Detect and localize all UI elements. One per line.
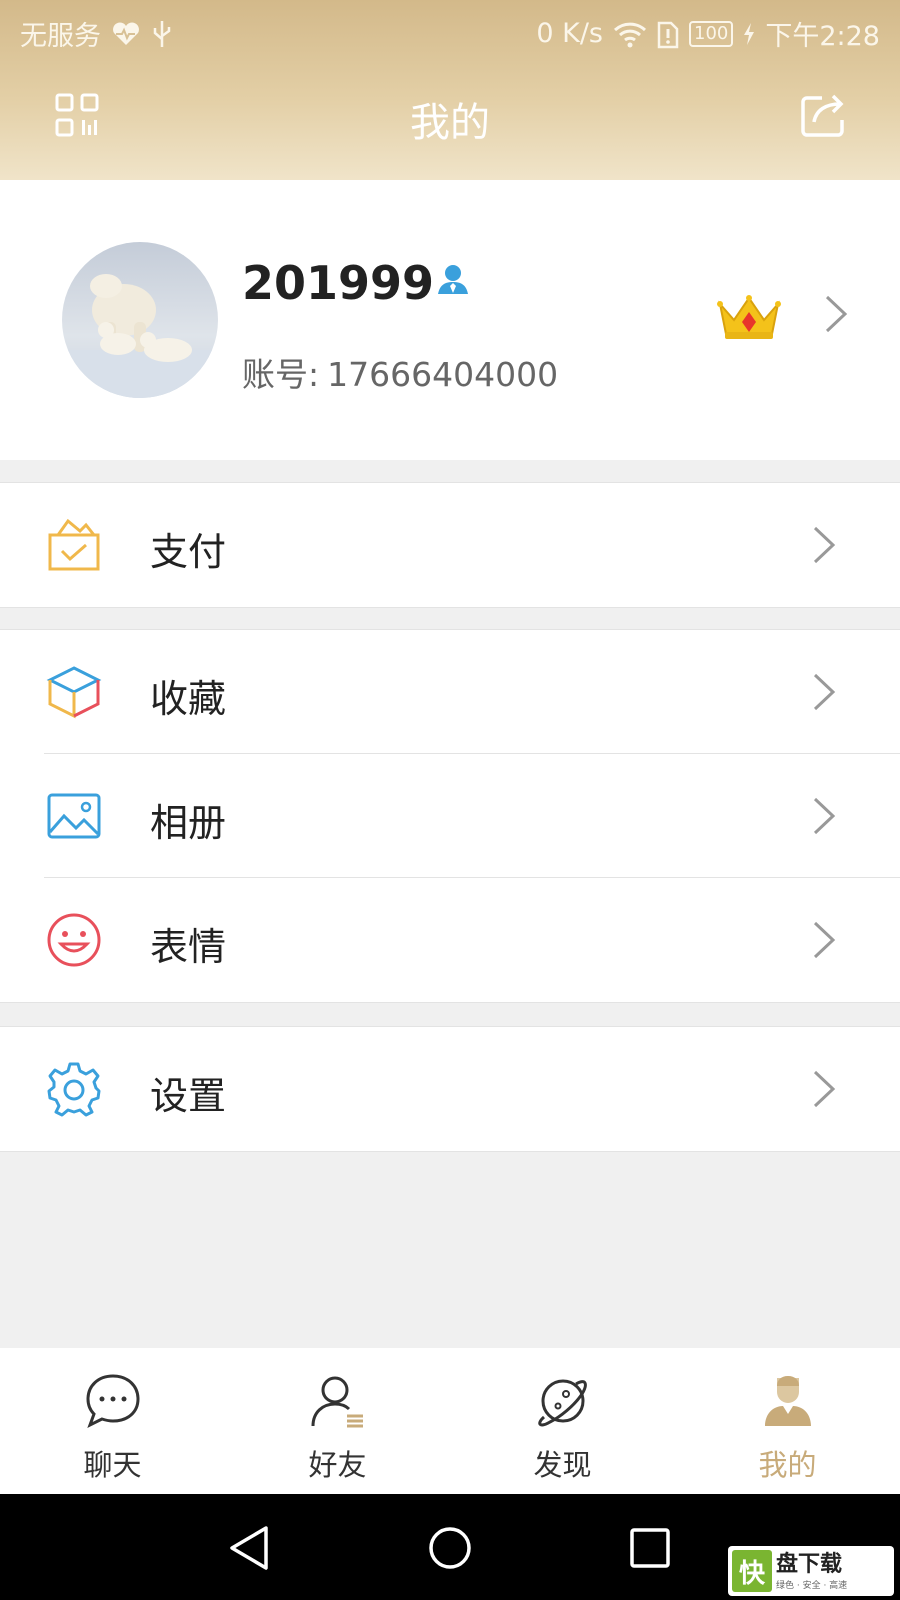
carrier-text: 无服务 (20, 21, 101, 52)
back-icon[interactable] (222, 1520, 278, 1576)
home-icon[interactable] (422, 1520, 478, 1576)
page-title: 我的 (410, 100, 490, 146)
account-value: 17666404000 (327, 355, 559, 394)
account-label: 账号: (242, 355, 320, 394)
menu-group-settings: 设置 (0, 1026, 900, 1152)
menu-group-pay: 支付 (0, 482, 900, 608)
chevron-right-icon (813, 526, 836, 564)
wifi-icon (613, 22, 647, 47)
menu-item-label: 表情 (150, 925, 227, 969)
tab-chat[interactable]: 聊天 (0, 1348, 225, 1494)
avatar-image (62, 242, 218, 398)
status-time: 下午2:28 (765, 21, 880, 52)
avatar[interactable] (62, 242, 218, 398)
image-icon (47, 793, 101, 839)
charging-icon (744, 22, 755, 45)
tab-label: 聊天 (83, 1448, 142, 1482)
tab-me[interactable]: 我的 (675, 1348, 900, 1494)
cube-icon (46, 666, 102, 719)
wallet-icon (48, 518, 100, 571)
menu-item-favorites[interactable]: 收藏 (0, 630, 900, 754)
app-header: 无服务 0 K/s 100 下午2:28 我的 (0, 0, 900, 180)
crown-icon (717, 295, 781, 339)
heart-rate-icon (113, 22, 139, 45)
planet-icon (537, 1379, 587, 1427)
chevron-right-icon (813, 673, 836, 711)
menu-group-media: 收藏 相册 表情 (0, 629, 900, 1003)
battery-indicator: 100 (689, 20, 734, 47)
menu-item-settings[interactable]: 设置 (0, 1027, 900, 1151)
smiley-icon (47, 913, 101, 967)
share-icon[interactable] (800, 92, 848, 138)
usb-icon (153, 20, 171, 47)
account-info: 账号: 17666404000 (242, 348, 558, 396)
tab-label: 发现 (533, 1448, 592, 1482)
profile-card[interactable]: 201999 账号: 17666404000 (0, 180, 900, 460)
menu-item-label: 设置 (150, 1074, 227, 1118)
menu-item-pay[interactable]: 支付 (0, 483, 900, 607)
watermark-logo: 快 盘下载 绿色 · 安全 · 高速 (728, 1546, 894, 1596)
tab-discover[interactable]: 发现 (450, 1348, 675, 1494)
watermark-title: 盘下载 (776, 1551, 843, 1577)
tab-label: 我的 (758, 1448, 817, 1482)
watermark-badge: 快 (732, 1550, 772, 1592)
chevron-right-icon (813, 1070, 836, 1108)
menu-item-label: 相册 (150, 801, 227, 845)
chat-bubble-icon (85, 1374, 140, 1429)
menu-item-emoji[interactable]: 表情 (0, 878, 900, 1002)
user-badge-icon (438, 265, 468, 294)
menu-item-album[interactable]: 相册 (0, 754, 900, 878)
watermark-subtitle: 绿色 · 安全 · 高速 (776, 1580, 848, 1591)
chevron-right-icon (825, 295, 848, 333)
me-icon (764, 1376, 811, 1426)
tab-label: 好友 (308, 1448, 367, 1482)
bottom-tab-bar: 聊天 好友 发现 我的 (0, 1348, 900, 1494)
gear-icon (47, 1062, 101, 1117)
recents-icon[interactable] (622, 1520, 678, 1576)
menu-item-label: 支付 (150, 530, 227, 574)
status-bar: 无服务 0 K/s 100 下午2:28 (0, 0, 900, 64)
nickname: 201999 (242, 256, 435, 310)
chevron-right-icon (813, 921, 836, 959)
tab-friends[interactable]: 好友 (225, 1348, 450, 1494)
menu-item-label: 收藏 (150, 677, 227, 721)
sim-alert-icon (657, 21, 679, 48)
friends-icon (311, 1376, 363, 1428)
chevron-right-icon (813, 797, 836, 835)
network-speed: 0 K/s (536, 18, 603, 49)
